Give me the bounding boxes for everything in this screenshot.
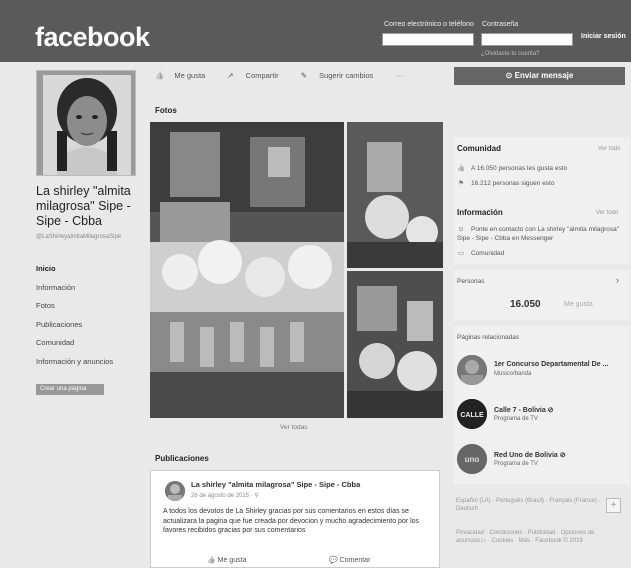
- nav-item-comunidad[interactable]: Comunidad: [36, 338, 144, 357]
- forgot-account-link[interactable]: ¿Olvidaste tu cuenta?: [481, 51, 539, 57]
- related-page-avatar[interactable]: uno: [457, 444, 487, 474]
- like-page-button[interactable]: 👍 Me gusta: [155, 71, 215, 80]
- related-pages-title: Páginas relacionadas: [457, 334, 520, 341]
- email-input[interactable]: [382, 33, 474, 46]
- avatar-image: [457, 355, 487, 385]
- share-label: Compartir: [245, 71, 279, 80]
- send-message-button[interactable]: ⊙ Enviar mensaje: [454, 67, 625, 85]
- altar-photo-image: [347, 122, 443, 268]
- plus-icon: +: [610, 500, 617, 511]
- nav-item-informacion[interactable]: Información: [36, 283, 144, 302]
- thumbs-up-icon: 👍: [155, 71, 165, 80]
- profile-picture[interactable]: [36, 70, 136, 176]
- avatar-image: CALLE: [457, 399, 487, 429]
- facebook-logo[interactable]: facebook: [35, 22, 150, 53]
- related-page-name[interactable]: Calle 7 - Bolivia ⊘: [494, 406, 554, 414]
- messenger-icon: ⊙: [505, 71, 515, 80]
- post-date[interactable]: 26 de agosto de 2015 · ⚲: [191, 492, 259, 499]
- related-page-name[interactable]: 1er Concurso Departamental De ...: [494, 361, 608, 368]
- create-page-button[interactable]: Crear una página: [36, 384, 104, 395]
- svg-text:uno: uno: [465, 455, 480, 464]
- top-navigation-bar: facebook Correo electrónico o teléfono C…: [0, 0, 631, 62]
- info-title: Información: [457, 208, 503, 217]
- messenger-icon: ⊙: [458, 226, 464, 233]
- follows-row: ⚑ 16.212 personas siguen esto: [457, 179, 554, 188]
- nav-item-publicaciones[interactable]: Publicaciones: [36, 320, 144, 339]
- post-like-button[interactable]: 👍 Me gusta: [207, 556, 246, 564]
- community-title: Comunidad: [457, 144, 501, 153]
- add-language-button[interactable]: +: [606, 498, 621, 513]
- posts-section-title: Publicaciones: [155, 454, 209, 463]
- like-label: Me gusta: [174, 71, 206, 80]
- nav-item-fotos[interactable]: Fotos: [36, 301, 144, 320]
- photo-top-right[interactable]: [347, 122, 443, 268]
- suggest-edits-button[interactable]: ✎ Sugerir cambios: [301, 71, 384, 80]
- post-card: La shirley "almita milagrosa" Sipe - Sip…: [150, 470, 440, 568]
- password-input[interactable]: [481, 33, 573, 46]
- page-handle: @LaShirleyalmitaMilagrosaSipe: [36, 234, 122, 240]
- related-page-category: Músico/banda: [494, 371, 532, 377]
- post-like-label: Me gusta: [217, 557, 247, 564]
- comment-icon: 💬: [329, 557, 340, 564]
- post-author-avatar[interactable]: [165, 481, 185, 501]
- thumbs-up-icon: 👍: [207, 557, 218, 564]
- photos-section-title: Fotos: [155, 106, 177, 115]
- photo-bottom-right[interactable]: [347, 271, 443, 418]
- suggest-label: Sugerir cambios: [319, 71, 374, 80]
- category-icon: ▭: [457, 250, 465, 257]
- related-page-name[interactable]: Red Uno de Bolivia ⊘: [494, 451, 566, 459]
- related-page-avatar[interactable]: CALLE: [457, 399, 487, 429]
- related-page-category: Programa de TV: [494, 461, 538, 467]
- people-count-label: Me gusta: [564, 301, 593, 308]
- likes-row: 👍 A 16.050 personas les gusta esto: [457, 164, 567, 173]
- post-author-name[interactable]: La shirley "almita milagrosa" Sipe - Sip…: [191, 480, 360, 489]
- email-label: Correo electrónico o teléfono: [384, 21, 474, 28]
- sidebar-info-panel: [454, 137, 630, 264]
- related-page-avatar[interactable]: [457, 355, 487, 385]
- avatar-image: uno: [457, 444, 487, 474]
- password-label: Contraseña: [482, 21, 519, 28]
- related-page-category: Programa de TV: [494, 416, 538, 422]
- avatar-image: [165, 481, 185, 501]
- language-links[interactable]: Español (LA) · Português (Brasil) · Fran…: [456, 497, 606, 513]
- share-button[interactable]: ↗ Compartir: [227, 71, 288, 80]
- pencil-icon: ✎: [300, 71, 310, 80]
- chevron-right-icon[interactable]: ›: [616, 276, 619, 285]
- see-all-photos-link[interactable]: Ver todas: [280, 424, 307, 431]
- info-see-all-link[interactable]: Ver todo: [596, 210, 618, 216]
- nav-item-info-anuncios[interactable]: Información y anuncios: [36, 357, 144, 376]
- more-options-button[interactable]: ···: [395, 71, 403, 80]
- thumbs-up-icon: 👍: [457, 165, 466, 172]
- profile-photo-image: [37, 71, 135, 175]
- category-text: Comunidad: [471, 250, 505, 257]
- page-action-bar: 👍 Me gusta ↗ Compartir ✎ Sugerir cambios …: [155, 71, 413, 80]
- svg-text:CALLE: CALLE: [460, 412, 484, 419]
- altar-photo-image: [150, 122, 344, 418]
- share-icon: ↗: [227, 71, 236, 80]
- likes-text: A 16.050 personas les gusta esto: [471, 165, 568, 172]
- people-title: Personas: [457, 278, 485, 285]
- contact-row[interactable]: ⊙ Ponte en contacto con La shirley "almit…: [457, 225, 622, 243]
- post-comment-label: Comentar: [339, 557, 371, 564]
- post-text: A todos los devotos de La Shirley gracia…: [163, 508, 420, 534]
- follows-text: 16.212 personas siguen esto: [471, 180, 555, 187]
- altar-photo-image: [347, 271, 443, 418]
- send-message-label: Enviar mensaje: [514, 71, 574, 80]
- photo-main[interactable]: [150, 122, 344, 418]
- follow-icon: ⚑: [458, 180, 464, 187]
- post-comment-button[interactable]: 💬 Comentar: [329, 556, 370, 564]
- page-title: La shirley "almita milagrosa" Sipe - Sip…: [36, 184, 131, 228]
- nav-item-inicio[interactable]: Inicio: [36, 264, 144, 283]
- category-row[interactable]: ▭ Comunidad: [457, 249, 504, 258]
- footer-links[interactable]: Privacidad · Condiciones · Publicidad · …: [456, 529, 606, 545]
- page-navigation: Inicio Información Fotos Publicaciones C…: [36, 264, 144, 376]
- community-see-all-link[interactable]: Ver todo: [598, 146, 620, 152]
- login-button[interactable]: Iniciar sesión: [581, 33, 626, 40]
- people-count: 16.050: [510, 299, 541, 310]
- contact-text: Ponte en contacto con La shirley "almita…: [457, 226, 620, 242]
